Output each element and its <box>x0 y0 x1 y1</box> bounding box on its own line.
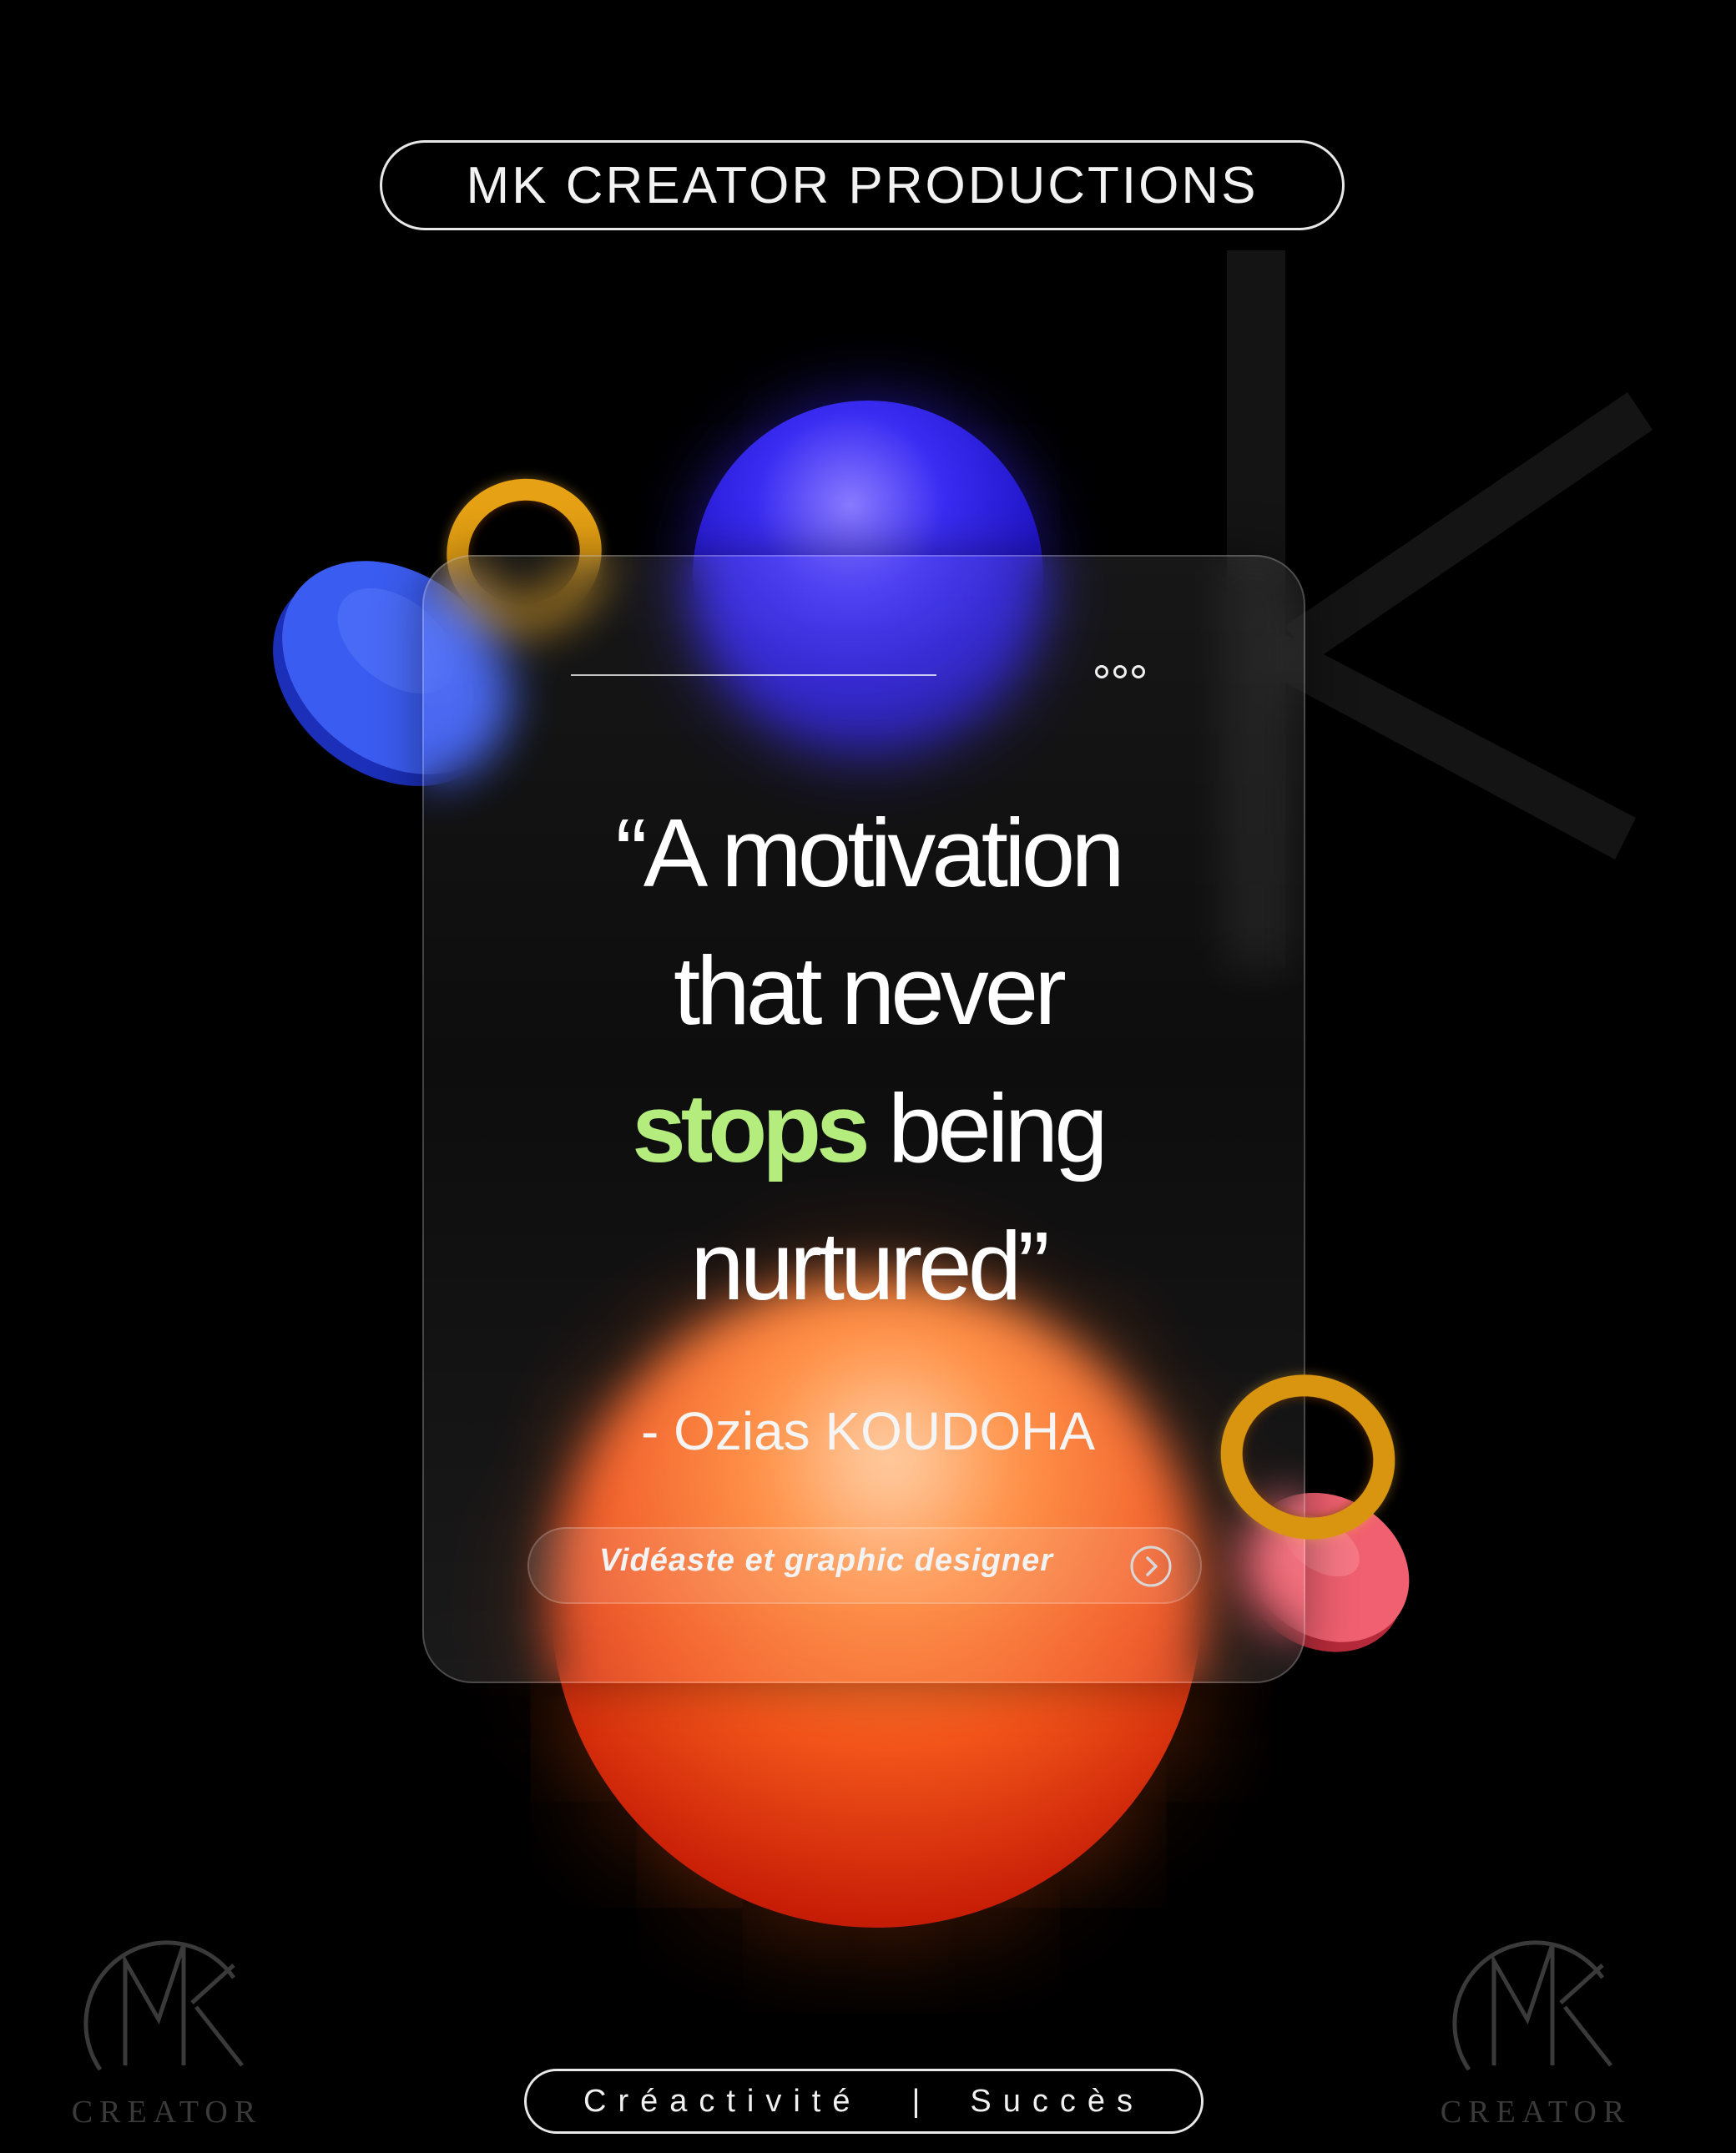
footer-tagline-pill: Créactivité | Succès <box>524 2069 1204 2134</box>
quote-line-3-rest: being <box>865 1074 1108 1182</box>
logo-text: CREATOR <box>1441 2095 1631 2130</box>
footer-tagline-right: Succès <box>970 2083 1144 2119</box>
logo-text: CREATOR <box>72 2095 262 2130</box>
quote-line-1: “A motivation <box>615 799 1125 907</box>
more-dots-icon[interactable] <box>1095 665 1145 678</box>
quote-line-2: that never <box>674 936 1067 1045</box>
mk-creator-logo-left: CREATOR <box>72 1940 262 2130</box>
quote-highlight-word: stops <box>632 1074 870 1182</box>
mk-creator-logo-right: CREATOR <box>1441 1940 1631 2130</box>
quote-author: - Ozias KOUDOHA <box>640 1401 1096 1461</box>
quote-text: “A motivation that never stops being nur… <box>467 784 1269 1335</box>
role-label: Vidéaste et graphic designer <box>599 1543 1053 1578</box>
chevron-right-circle-icon[interactable] <box>1129 1545 1173 1588</box>
brand-header-pill: MK CREATOR PRODUCTIONS <box>380 140 1345 230</box>
quote-line-3: stops being <box>467 1060 1269 1198</box>
card-divider-line <box>571 674 936 676</box>
footer-separator: | <box>911 2083 921 2119</box>
quote-line-4: nurtured” <box>690 1212 1050 1320</box>
footer-tagline-left: Créactivité <box>583 2083 862 2119</box>
